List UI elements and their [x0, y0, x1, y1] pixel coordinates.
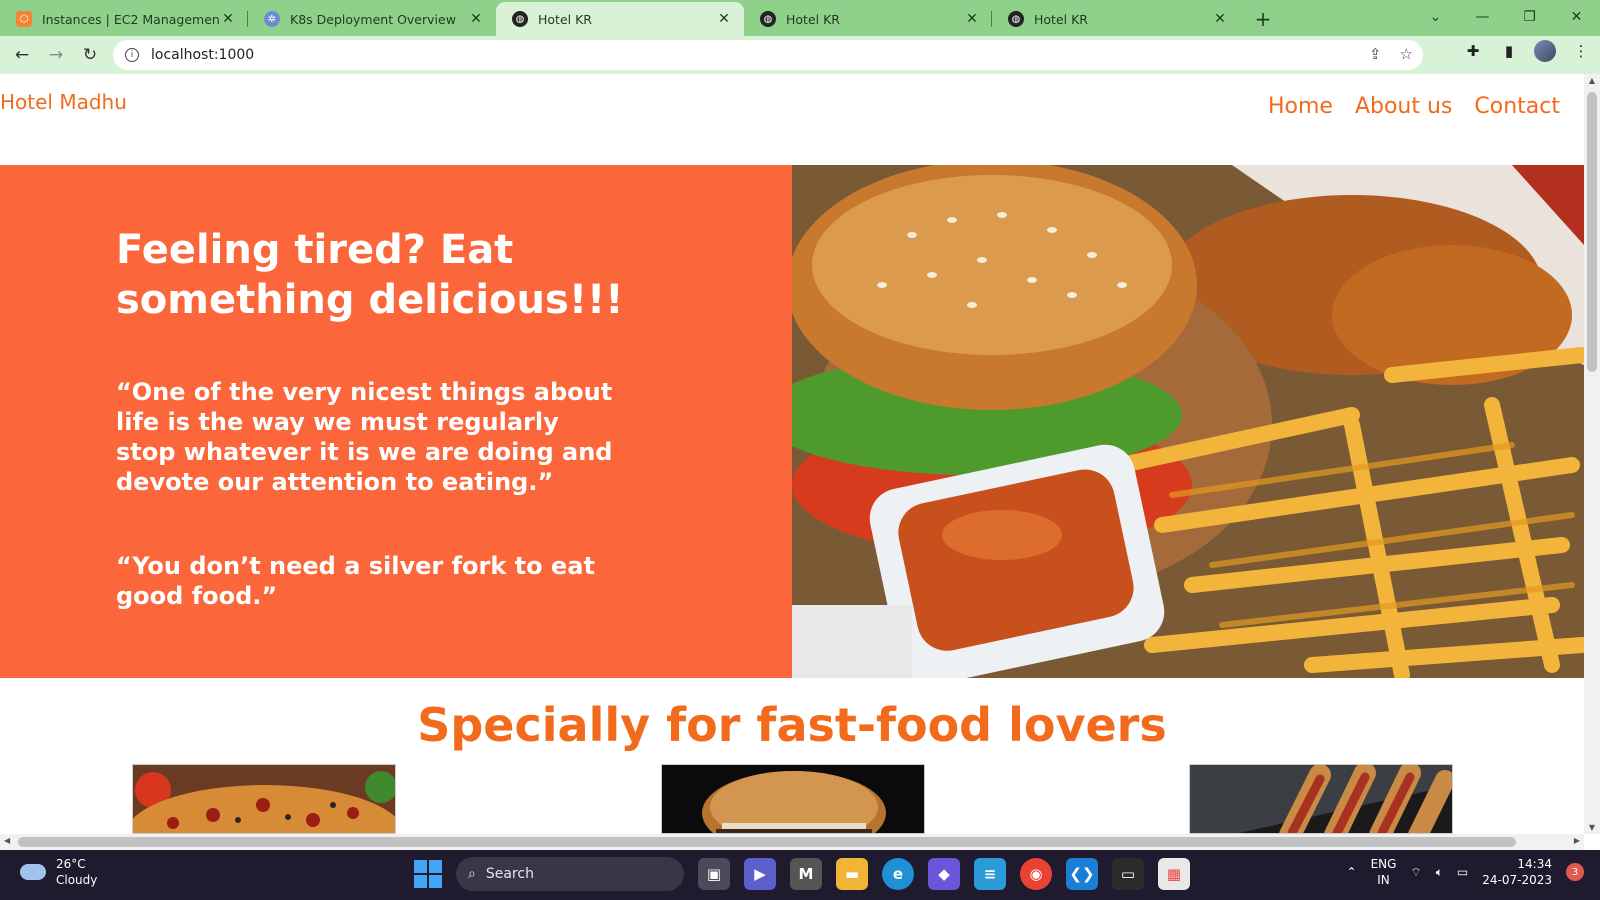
language-indicator[interactable]: ENG IN — [1371, 856, 1397, 888]
taskbar-search[interactable]: ⌕ Search — [456, 857, 684, 891]
minimize-button[interactable]: — — [1459, 9, 1506, 25]
weather-temp: 26°C — [56, 857, 86, 871]
close-icon[interactable]: ✕ — [1212, 11, 1228, 27]
close-icon[interactable]: ✕ — [716, 11, 732, 27]
terminal-icon[interactable]: ▭ — [1112, 858, 1144, 890]
scroll-down-arrow[interactable]: ▼ — [1584, 823, 1600, 832]
copilot-icon[interactable]: ◆ — [928, 858, 960, 890]
tab-hotel-kr[interactable]: ◍ Hotel KR ✕ — [992, 2, 1240, 36]
close-icon[interactable]: ✕ — [220, 11, 236, 27]
horizontal-scrollbar[interactable]: ◀ ▶ — [0, 834, 1584, 850]
weather-widget[interactable]: 26°C Cloudy — [20, 856, 97, 888]
pizza-image[interactable] — [132, 764, 396, 834]
tab-hotel-kr-active[interactable]: ◍ Hotel KR ✕ — [496, 2, 744, 36]
profile-avatar[interactable] — [1534, 40, 1556, 62]
volume-icon[interactable]: 🔈︎ — [1436, 865, 1443, 880]
file-explorer-icon[interactable]: ▬ — [836, 858, 868, 890]
side-panel-icon[interactable]: ▮ — [1498, 40, 1520, 62]
close-icon[interactable]: ✕ — [964, 11, 980, 27]
back-button[interactable]: ← — [6, 39, 38, 71]
burger-image[interactable] — [661, 764, 925, 834]
chevron-up-icon[interactable]: ⌃ — [1347, 865, 1357, 879]
section-title: Specially for fast-food lovers — [417, 698, 1167, 752]
chrome-icon[interactable]: ◉ — [1020, 858, 1052, 890]
bookmark-star-icon[interactable]: ☆ — [1400, 45, 1413, 63]
tab-title: Hotel KR — [1034, 11, 1088, 27]
cloud-icon — [20, 864, 46, 880]
hotdogs-image[interactable] — [1189, 764, 1453, 834]
address-bar[interactable]: i localhost:1000 ⇪ ☆ — [113, 40, 1423, 70]
window-controls: ⌄ — ❐ ✕ — [1412, 0, 1600, 34]
windows-taskbar: 26°C Cloudy ⌕ Search ▣ ▶ M ▬ e ◆ ≡ ◉ ❮❯ … — [0, 850, 1600, 900]
hero-text-panel: Feeling tired? Eat something delicious!!… — [0, 165, 792, 678]
burger-fries-image — [792, 165, 1584, 678]
teams-chat-icon[interactable]: ▶ — [744, 858, 776, 890]
tab-title: K8s Deployment Overview — [290, 11, 456, 27]
vertical-scrollbar[interactable]: ▲ ▼ — [1584, 74, 1600, 834]
tab-title: Hotel KR — [538, 11, 592, 27]
notification-badge[interactable]: 3 — [1566, 863, 1584, 881]
search-label: Search — [485, 866, 534, 882]
nav-about-link[interactable]: About us — [1355, 94, 1452, 119]
task-view-icon[interactable]: ▣ — [698, 858, 730, 890]
globe-icon: ◍ — [760, 11, 776, 27]
tab-title: Instances | EC2 Management Con — [42, 11, 220, 27]
tab-hotel-kr[interactable]: ◍ Hotel KR ✕ — [744, 2, 992, 36]
windows-start-icon[interactable] — [414, 860, 442, 888]
tab-ec2[interactable]: ⬡ Instances | EC2 Management Con ✕ — [0, 2, 248, 36]
app-m-icon[interactable]: M — [790, 858, 822, 890]
battery-icon[interactable]: ▭ — [1457, 865, 1468, 879]
hero-heading: Feeling tired? Eat something delicious!!… — [116, 227, 624, 323]
store-icon[interactable]: ▦ — [1158, 858, 1190, 890]
web-page: Hotel Madhu Home About us Contact Feelin… — [0, 74, 1584, 834]
reload-button[interactable]: ↻ — [74, 39, 106, 71]
clock-time: 14:34 — [1517, 857, 1552, 871]
globe-icon: ◍ — [512, 11, 528, 27]
forward-button[interactable]: → — [40, 39, 72, 71]
tab-search-icon[interactable]: ⌄ — [1412, 9, 1459, 25]
clock-date: 24-07-2023 — [1482, 873, 1552, 887]
close-icon[interactable]: ✕ — [468, 11, 484, 27]
hero-section: Feeling tired? Eat something delicious!!… — [0, 165, 1584, 678]
scroll-right-arrow[interactable]: ▶ — [1574, 836, 1580, 845]
menu-kebab-icon[interactable]: ⋮ — [1570, 40, 1592, 62]
site-info-icon[interactable]: i — [125, 48, 139, 62]
scroll-up-arrow[interactable]: ▲ — [1584, 76, 1600, 85]
browser-tab-strip: ⬡ Instances | EC2 Management Con ✕ ✲ K8s… — [0, 0, 1600, 36]
restore-button[interactable]: ❐ — [1506, 9, 1553, 25]
k8s-icon: ✲ — [264, 11, 280, 27]
close-window-button[interactable]: ✕ — [1553, 9, 1600, 25]
weather-desc: Cloudy — [56, 873, 98, 887]
site-nav: Home About us Contact — [1268, 94, 1560, 119]
extensions-icon[interactable]: ✚ — [1462, 40, 1484, 62]
site-brand[interactable]: Hotel Madhu — [0, 90, 127, 114]
wifi-icon[interactable]: ⌔ — [1410, 865, 1421, 880]
url-text: localhost:1000 — [151, 47, 255, 63]
edge-icon[interactable]: e — [882, 858, 914, 890]
new-tab-button[interactable]: + — [1248, 4, 1278, 34]
clock[interactable]: 14:34 24-07-2023 — [1482, 856, 1552, 888]
tab-title: Hotel KR — [786, 11, 840, 27]
system-tray: ⌃ ENG IN ⌔ 🔈︎ ▭ 14:34 24-07-2023 3 — [1347, 856, 1584, 888]
share-icon[interactable]: ⇪ — [1369, 45, 1382, 63]
aws-icon: ⬡ — [16, 11, 32, 27]
scroll-left-arrow[interactable]: ◀ — [4, 836, 10, 845]
notepad-icon[interactable]: ≡ — [974, 858, 1006, 890]
hero-quote-1: “One of the very nicest things about lif… — [116, 378, 613, 496]
nav-contact-link[interactable]: Contact — [1474, 94, 1560, 119]
scroll-thumb[interactable] — [1587, 92, 1597, 372]
tab-k8s[interactable]: ✲ K8s Deployment Overview ✕ — [248, 2, 496, 36]
search-icon: ⌕ — [468, 866, 476, 882]
scroll-thumb[interactable] — [18, 837, 1516, 847]
hero-quote-2: “You don’t need a silver fork to eat goo… — [116, 552, 595, 610]
nav-home-link[interactable]: Home — [1268, 94, 1333, 119]
vscode-icon[interactable]: ❮❯ — [1066, 858, 1098, 890]
globe-icon: ◍ — [1008, 11, 1024, 27]
browser-toolbar: ← → ↻ i localhost:1000 ⇪ ☆ ✚ ▮ ⋮ — [0, 36, 1600, 74]
